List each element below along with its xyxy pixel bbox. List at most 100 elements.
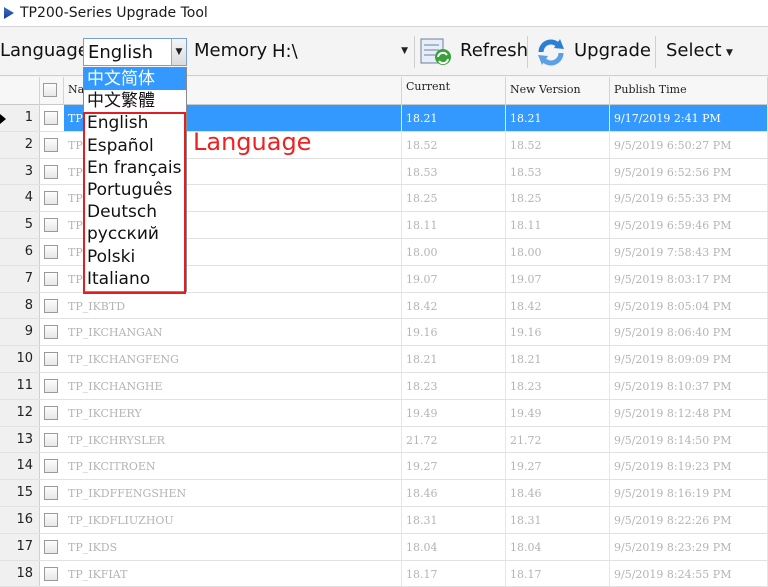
row-number[interactable]: 3 — [0, 158, 40, 185]
cell-current: 21.72 — [402, 426, 506, 453]
table-row[interactable]: 12 TP_IKCHERY 19.49 19.49 9/5/2019 8:12:48 P… — [0, 399, 768, 427]
cell-current: 19.27 — [402, 453, 506, 480]
cell-current: 19.07 — [402, 265, 506, 292]
cell-current: 18.23 — [402, 373, 506, 399]
row-checkbox[interactable] — [44, 459, 58, 474]
row-number-label: 17 — [16, 538, 33, 554]
table-row[interactable]: 18 TP_IKFIAT 18.17 18.17 9/5/2019 8:24:55 PM — [0, 560, 768, 587]
cell-new-version: 18.52 — [506, 131, 610, 158]
row-number[interactable]: 11 — [0, 373, 40, 399]
row-number[interactable]: 16 — [0, 507, 40, 533]
cell-current: 18.11 — [402, 212, 506, 238]
row-number-label: 15 — [16, 485, 33, 501]
row-number-label: 3 — [24, 163, 33, 179]
toolbar-separator — [527, 36, 528, 68]
chevron-down-icon[interactable]: ▼ — [171, 39, 186, 65]
select-all-cell — [40, 77, 64, 105]
cell-publish-time: 9/5/2019 8:03:17 PM — [610, 265, 768, 292]
select-label: Select — [666, 40, 722, 61]
table-row[interactable]: 11 TP_IKCHANGHE 18.23 18.23 9/5/2019 8:10:37… — [0, 373, 768, 400]
cell-current: 18.31 — [402, 507, 506, 533]
row-number[interactable]: 18 — [0, 560, 40, 587]
row-number[interactable]: 5 — [0, 212, 40, 238]
row-number[interactable]: 8 — [0, 292, 40, 319]
upgrade-button[interactable]: Upgrade — [531, 34, 651, 70]
row-number[interactable]: 9 — [0, 319, 40, 346]
row-number-label: 16 — [16, 512, 33, 527]
row-checkbox[interactable] — [44, 164, 58, 179]
language-select[interactable]: English ▼ — [83, 38, 187, 66]
row-number[interactable]: 17 — [0, 533, 40, 560]
cell-current: 18.21 — [402, 346, 506, 372]
language-select-value: English — [88, 42, 153, 63]
row-checkbox[interactable] — [44, 271, 58, 286]
row-checkbox[interactable] — [44, 566, 58, 581]
row-checkbox[interactable] — [44, 137, 58, 152]
cell-name: TP_IKBTD — [64, 292, 402, 319]
upgrade-icon — [538, 39, 564, 66]
select-all-checkbox[interactable] — [43, 83, 57, 97]
row-checkbox[interactable] — [44, 298, 58, 313]
window-title: TP200-Series Upgrade Tool — [20, 5, 208, 21]
select-button[interactable]: Select ▼ — [662, 34, 742, 70]
table-row[interactable]: 8 TP_IKBTD 18.42 18.42 9/5/2019 8:05:04 PM — [0, 292, 768, 320]
row-checkbox[interactable] — [44, 111, 58, 125]
row-number[interactable]: 7 — [0, 265, 40, 292]
table-row[interactable]: 10 TP_IKCHANGFENG 18.21 18.21 9/5/2019 8:09:… — [0, 346, 768, 373]
cell-current: 18.21 — [402, 105, 506, 131]
cell-name: TP_IKCHANGAN — [64, 319, 402, 346]
row-checkbox[interactable] — [44, 379, 58, 393]
row-number-label: 4 — [24, 190, 33, 206]
cell-current: 18.42 — [402, 292, 506, 319]
row-number[interactable]: 12 — [0, 399, 40, 426]
row-number[interactable]: 13 — [0, 426, 40, 453]
cell-current: 18.17 — [402, 560, 506, 587]
row-checkbox[interactable] — [44, 218, 58, 233]
cell-publish-time: 9/5/2019 8:23:29 PM — [610, 533, 768, 560]
app-icon — [4, 7, 14, 19]
memory-select[interactable]: H:\ ▼ — [266, 38, 412, 66]
table-row[interactable]: 16 TP_IKDFLIUZHOU 18.31 18.31 9/5/2019 8:22:… — [0, 507, 768, 534]
chevron-down-icon[interactable]: ▼ — [726, 48, 733, 58]
cell-new-version: 19.16 — [506, 319, 610, 346]
cell-current: 19.16 — [402, 319, 506, 346]
table-row[interactable]: 15 TP_IKDFFENGSHEN 18.46 18.46 9/5/2019 8:16… — [0, 480, 768, 507]
refresh-button[interactable]: Refresh — [418, 34, 528, 70]
row-checkbox[interactable] — [44, 191, 58, 206]
cell-new-version: 21.72 — [506, 426, 610, 453]
row-checkbox[interactable] — [44, 486, 58, 501]
cell-current: 18.00 — [402, 239, 506, 265]
row-number[interactable]: 2 — [0, 131, 40, 158]
row-checkbox[interactable] — [44, 513, 58, 527]
row-checkbox[interactable] — [44, 352, 58, 367]
toolbar-separator — [655, 36, 656, 68]
row-checkbox[interactable] — [44, 405, 58, 420]
row-checkbox[interactable] — [44, 432, 58, 447]
table-row[interactable]: 9 TP_IKCHANGAN 19.16 19.16 9/5/2019 8:06:40 … — [0, 319, 768, 347]
row-checkbox[interactable] — [44, 539, 58, 554]
column-header-publish-time[interactable]: Publish Time — [610, 77, 768, 105]
memory-label: Memory — [194, 40, 268, 61]
cell-name: TP_IKCITROEN — [64, 453, 402, 480]
upgrade-label: Upgrade — [574, 40, 651, 61]
row-checkbox[interactable] — [44, 245, 58, 259]
language-option[interactable]: 中文简体 — [84, 68, 186, 91]
table-row[interactable]: 17 TP_IKDS 18.04 18.04 9/5/2019 8:23:29 PM — [0, 533, 768, 561]
row-number[interactable]: 10 — [0, 346, 40, 372]
row-number[interactable]: 15 — [0, 480, 40, 506]
chevron-down-icon[interactable]: ▼ — [401, 46, 408, 56]
row-number[interactable]: 1 — [0, 105, 40, 131]
row-number[interactable]: 14 — [0, 453, 40, 480]
table-row[interactable]: 13 TP_IKCHRYSLER 21.72 21.72 9/5/2019 8:14:5… — [0, 426, 768, 454]
row-number[interactable]: 4 — [0, 185, 40, 212]
cell-new-version: 18.46 — [506, 480, 610, 506]
column-header-new-version[interactable]: New Version — [506, 77, 610, 105]
cell-new-version: 18.23 — [506, 373, 610, 399]
column-header-current[interactable]: Current — [402, 77, 506, 105]
table-row[interactable]: 14 TP_IKCITROEN 19.27 19.27 9/5/2019 8:19:23… — [0, 453, 768, 481]
row-number[interactable]: 6 — [0, 239, 40, 265]
row-checkbox[interactable] — [44, 325, 58, 340]
language-option[interactable]: 中文繁體 — [84, 90, 186, 112]
cell-name: TP_IKCHERY — [64, 399, 402, 426]
cell-publish-time: 9/5/2019 6:50:27 PM — [610, 131, 768, 158]
